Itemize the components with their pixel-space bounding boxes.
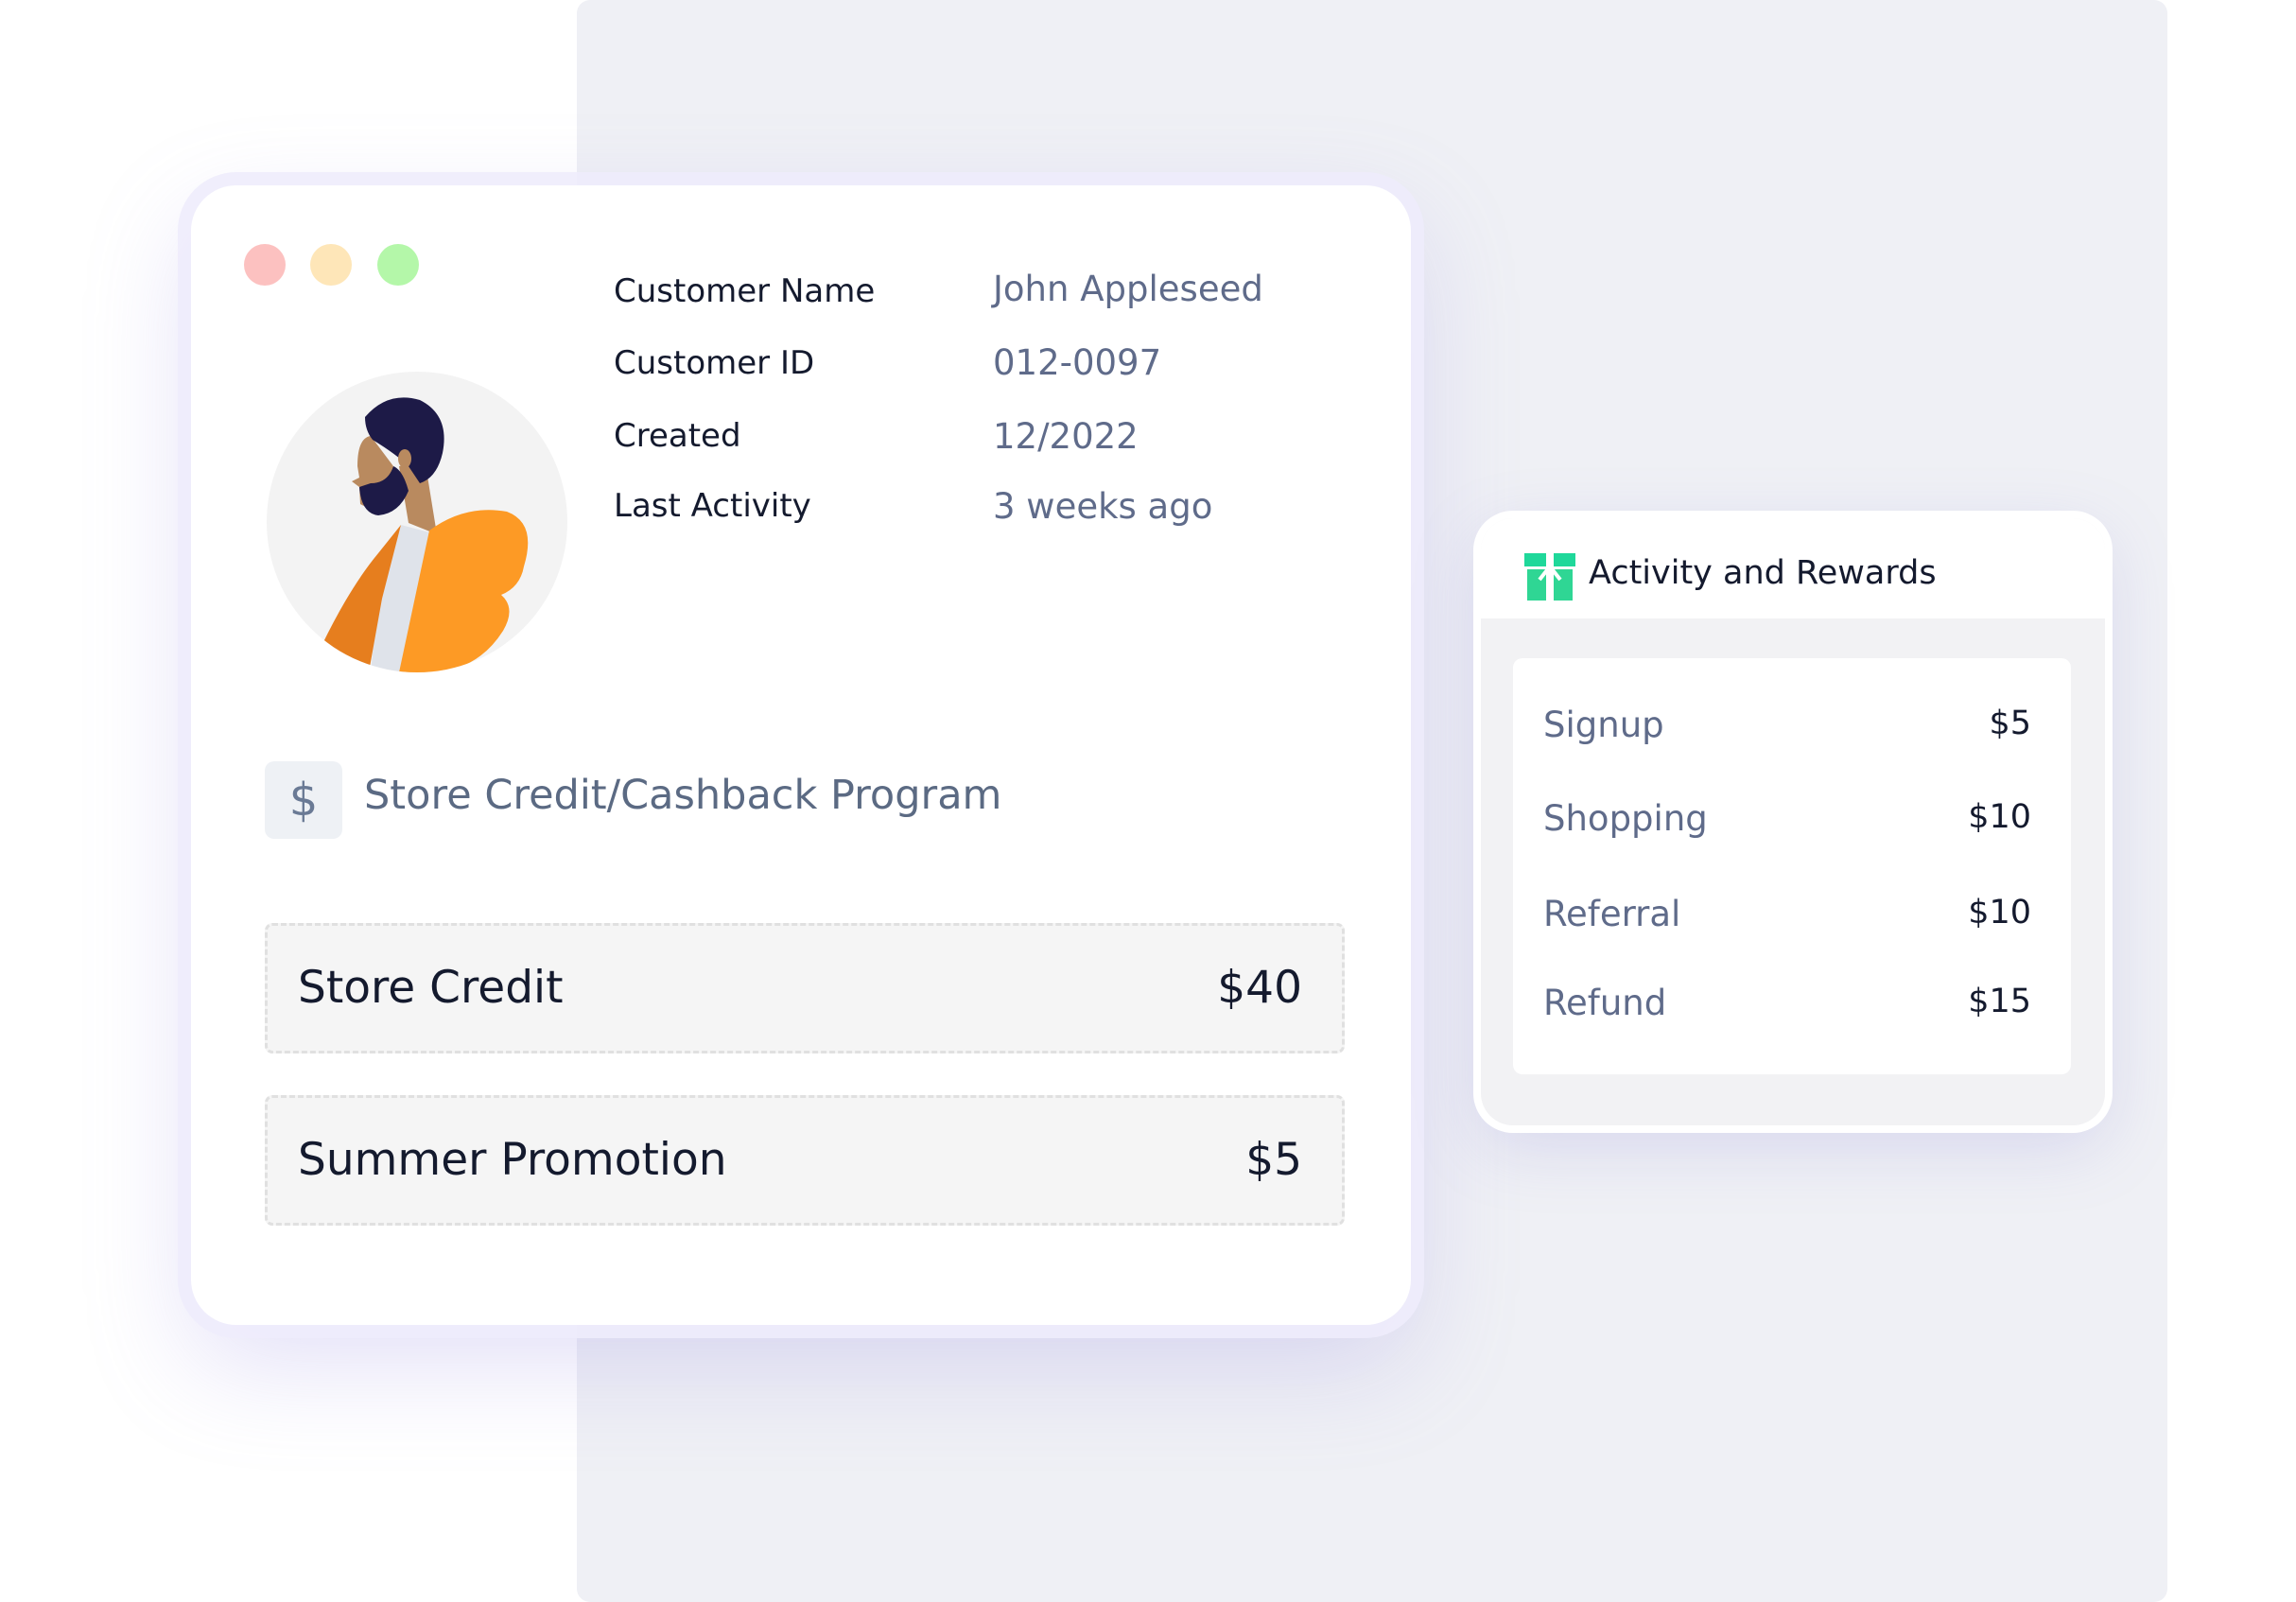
- customer-id-value: 012-0097: [993, 342, 1162, 383]
- dollar-icon: $: [265, 761, 342, 839]
- last-activity-value: 3 weeks ago: [993, 486, 1213, 527]
- gift-icon: [1524, 553, 1575, 601]
- store-credit-row[interactable]: Store Credit $40: [265, 923, 1345, 1053]
- reward-label-shopping: Shopping: [1543, 798, 1708, 839]
- reward-value-referral: $10: [1968, 894, 2031, 932]
- created-value: 12/2022: [993, 416, 1139, 457]
- customer-card: Customer Name John Appleseed Customer ID…: [191, 185, 1411, 1325]
- reward-label-signup: Signup: [1543, 705, 1664, 745]
- rewards-title: Activity and Rewards: [1589, 554, 1937, 592]
- rewards-header: Activity and Rewards: [1481, 518, 2105, 618]
- reward-value-shopping: $10: [1968, 798, 2031, 836]
- reward-value-refund: $15: [1968, 983, 2031, 1020]
- program-title: Store Credit/Cashback Program: [364, 772, 1002, 819]
- credit-value: $40: [1217, 962, 1302, 1014]
- reward-label-refund: Refund: [1543, 983, 1667, 1023]
- credit-value: $5: [1245, 1134, 1302, 1186]
- rewards-list: Signup $5 Shopping $10 Referral $10 Refu…: [1513, 658, 2071, 1074]
- customer-id-label: Customer ID: [614, 344, 815, 382]
- created-label: Created: [614, 417, 741, 455]
- window-minimize-button[interactable]: [310, 244, 352, 286]
- avatar: [267, 372, 567, 672]
- credit-label: Summer Promotion: [298, 1134, 727, 1186]
- reward-label-referral: Referral: [1543, 894, 1681, 934]
- summer-promotion-row[interactable]: Summer Promotion $5: [265, 1095, 1345, 1226]
- last-activity-label: Last Activity: [614, 487, 811, 525]
- customer-name-label: Customer Name: [614, 272, 876, 310]
- credit-label: Store Credit: [298, 962, 564, 1014]
- reward-value-signup: $5: [1989, 705, 2031, 742]
- activity-rewards-card: Activity and Rewards Signup $5 Shopping …: [1481, 518, 2105, 1125]
- customer-name-value: John Appleseed: [993, 269, 1263, 309]
- person-illustration-icon: [322, 397, 529, 672]
- window-close-button[interactable]: [244, 244, 286, 286]
- window-zoom-button[interactable]: [377, 244, 419, 286]
